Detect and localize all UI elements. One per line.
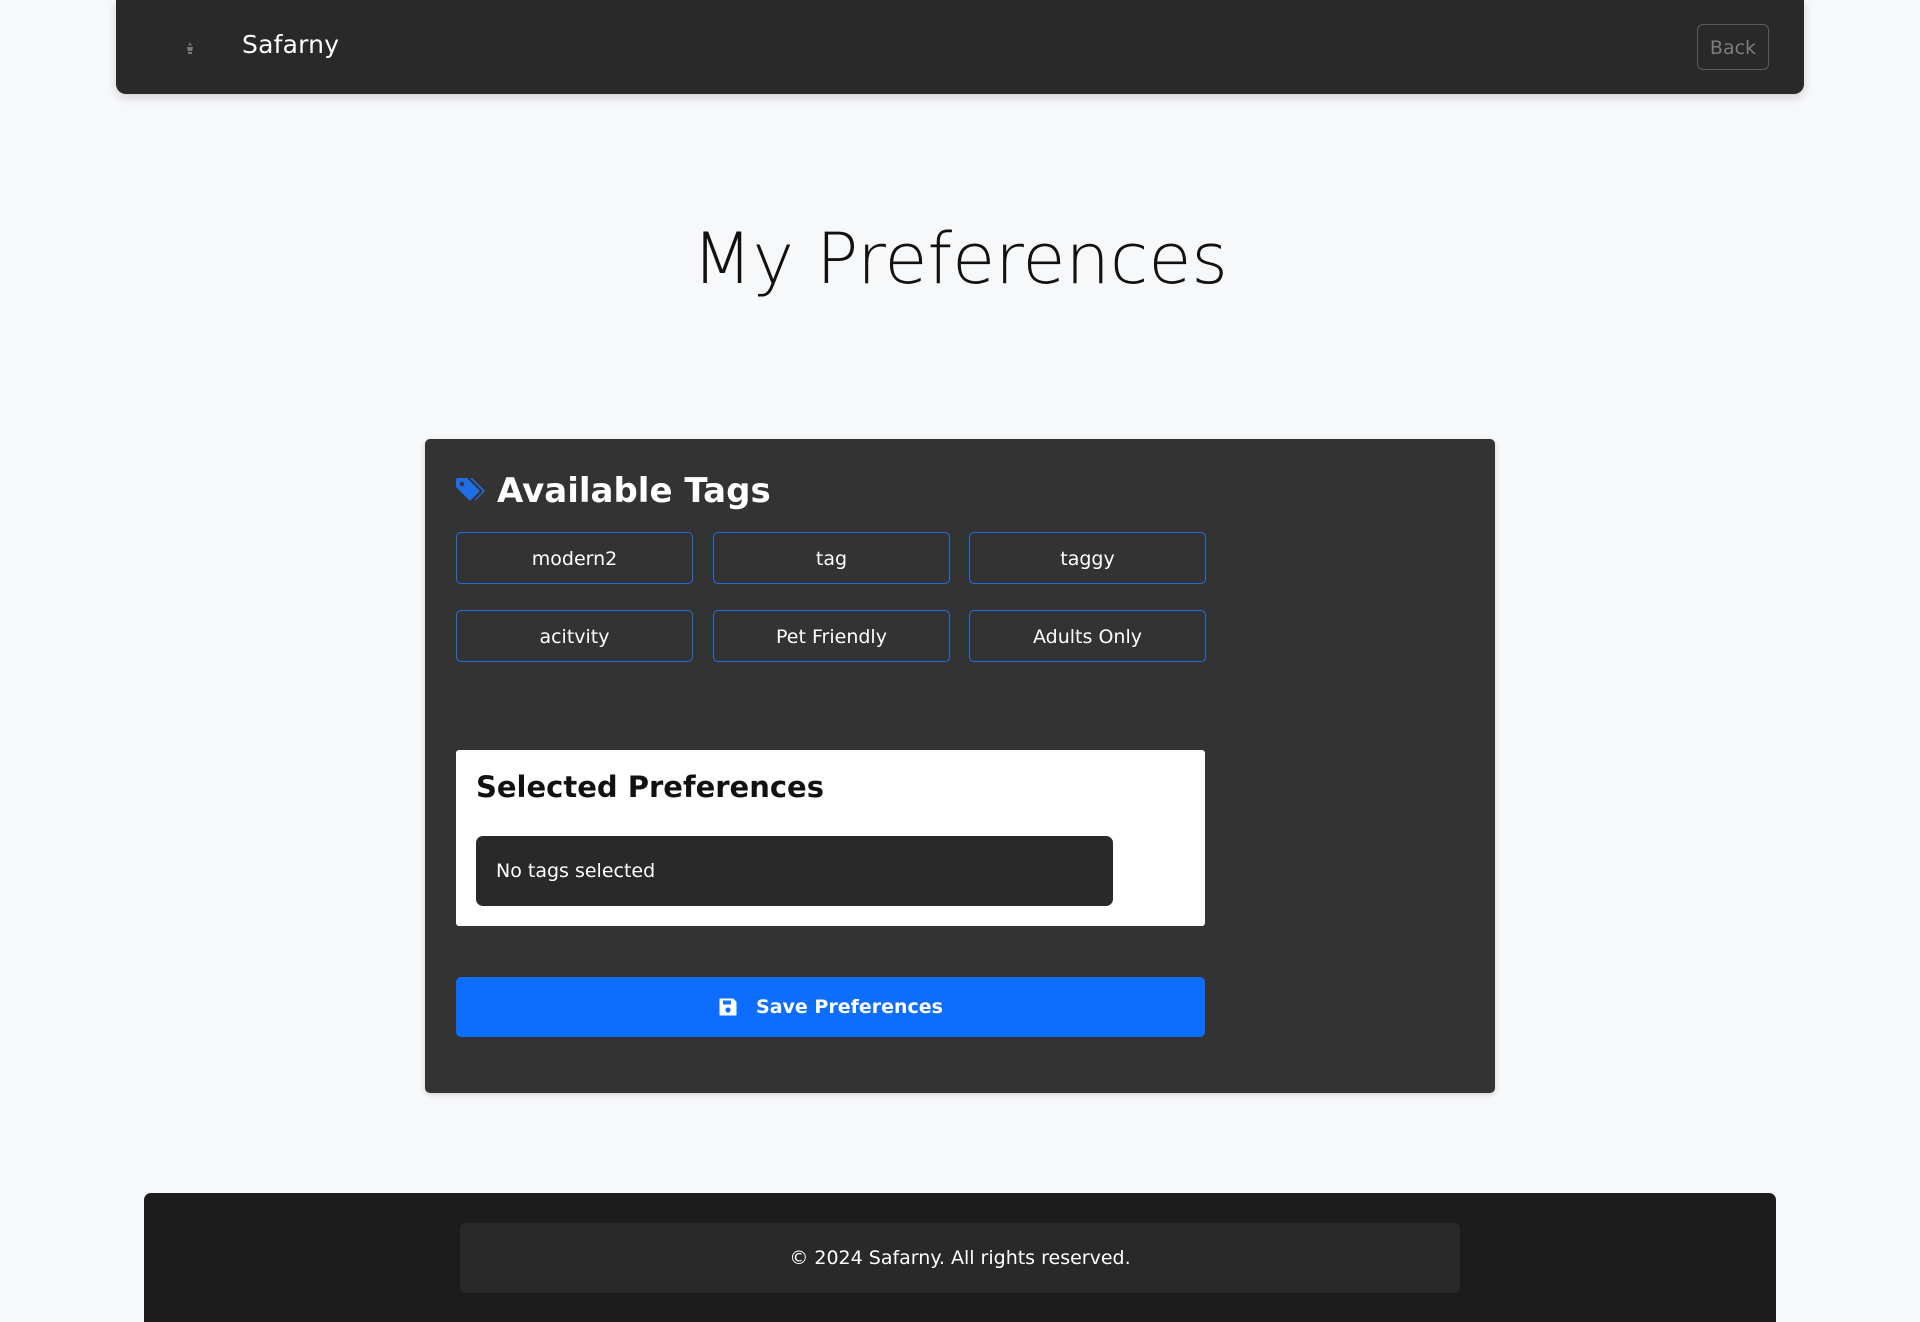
brand-logo-icon[interactable] xyxy=(180,38,200,58)
save-preferences-button[interactable]: Save Preferences xyxy=(456,977,1205,1037)
tag-button-taggy[interactable]: taggy xyxy=(969,532,1206,584)
tag-button-adults-only[interactable]: Adults Only xyxy=(969,610,1206,662)
tags-icon xyxy=(455,477,487,505)
no-tags-message: No tags selected xyxy=(476,836,1113,906)
footer: © 2024 Safarny. All rights reserved. xyxy=(144,1193,1776,1322)
tag-button-pet-friendly[interactable]: Pet Friendly xyxy=(713,610,950,662)
available-tags-header: Available Tags xyxy=(455,471,771,511)
tag-button-modern2[interactable]: modern2 xyxy=(456,532,693,584)
footer-copyright: © 2024 Safarny. All rights reserved. xyxy=(460,1223,1460,1293)
page-title: My Preferences xyxy=(692,218,1228,300)
selected-preferences-panel: Selected Preferences No tags selected xyxy=(456,750,1205,926)
top-navbar: Safarny Back xyxy=(116,0,1804,94)
tag-button-acitvity[interactable]: acitvity xyxy=(456,610,693,662)
available-tags-title: Available Tags xyxy=(497,471,771,511)
back-button[interactable]: Back xyxy=(1697,24,1769,70)
selected-preferences-title: Selected Preferences xyxy=(476,770,824,804)
preferences-card: Available Tags modern2 tag taggy acitvit… xyxy=(425,439,1495,1093)
brand-name[interactable]: Safarny xyxy=(242,30,339,59)
tag-button-tag[interactable]: tag xyxy=(713,532,950,584)
save-preferences-label: Save Preferences xyxy=(756,996,943,1018)
floppy-disk-icon xyxy=(718,997,738,1017)
